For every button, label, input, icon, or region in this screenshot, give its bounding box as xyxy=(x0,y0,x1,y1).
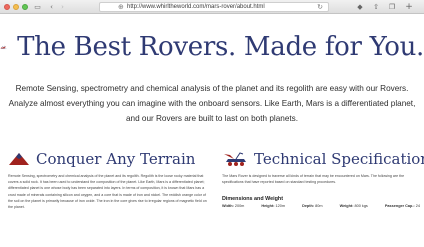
terrain-heading: Conquer Any Terrain xyxy=(8,150,195,168)
url-text[interactable]: http://www.whirltheworld.com/mars-rover/… xyxy=(127,3,265,12)
browser-toolbar: ▭ ‹ › ⊕ http://www.whirltheworld.com/mar… xyxy=(0,0,424,14)
hero-heading: The Best Rovers. Made for You. xyxy=(0,29,424,65)
sidebar-icon[interactable]: ▭ xyxy=(33,3,42,11)
dimension-item: Weight: 800 kgs xyxy=(340,204,368,208)
back-icon[interactable]: ‹ xyxy=(47,3,56,11)
tabs-icon[interactable]: ❐ xyxy=(387,2,397,12)
terrain-paragraph: Remote Sensing, spectrometry and chemica… xyxy=(8,174,207,210)
dimension-label: Width: xyxy=(222,204,234,208)
page-title: The Best Rovers. Made for You. xyxy=(17,32,424,62)
specs-heading: Technical Specifications xyxy=(222,150,424,168)
dimension-label: Height: xyxy=(261,204,275,208)
specs-paragraph: The Mars Rover is designed to traverse a… xyxy=(222,174,405,185)
dimensions-title: Dimensions and Weight xyxy=(222,196,283,202)
dimension-label: Depth: xyxy=(302,204,315,208)
close-window-button[interactable] xyxy=(4,4,10,10)
dimension-label: Weight: xyxy=(339,204,354,208)
rover-logo-icon xyxy=(0,45,7,49)
dimension-value: 800 kgs xyxy=(354,204,368,208)
mountain-icon xyxy=(9,153,29,165)
dimension-item: Passenger Cap.: 24 xyxy=(385,204,420,208)
minimize-window-button[interactable] xyxy=(13,4,19,10)
dimension-label: Passenger Cap.: xyxy=(384,204,415,208)
address-bar[interactable]: ⊕ http://www.whirltheworld.com/mars-rove… xyxy=(99,2,329,12)
forward-icon[interactable]: › xyxy=(58,3,67,11)
shield-icon[interactable]: ◆ xyxy=(355,2,365,12)
intro-paragraph: Remote Sensing, spectrometry and chemica… xyxy=(8,84,416,123)
dimension-value: 80m xyxy=(315,204,323,208)
maximize-window-button[interactable] xyxy=(22,4,28,10)
dimension-item: Width: 200m xyxy=(222,204,244,208)
dimensions-list: Width: 200m Height: 120m Depth: 80m Weig… xyxy=(222,204,420,208)
specs-title: Technical Specifications xyxy=(254,150,424,168)
dimension-item: Depth: 80m xyxy=(302,204,322,208)
dimension-value: 120m xyxy=(275,204,286,208)
dimension-value: 200m xyxy=(234,204,245,208)
new-tab-icon[interactable]: + xyxy=(404,2,414,12)
dimension-item: Height: 120m xyxy=(261,204,285,208)
reload-icon[interactable]: ↻ xyxy=(317,3,323,12)
share-icon[interactable]: ⇧ xyxy=(371,2,381,12)
rover-icon xyxy=(224,152,246,166)
globe-icon: ⊕ xyxy=(118,3,124,11)
dimension-value: 24 xyxy=(415,204,420,208)
terrain-title: Conquer Any Terrain xyxy=(36,150,196,168)
